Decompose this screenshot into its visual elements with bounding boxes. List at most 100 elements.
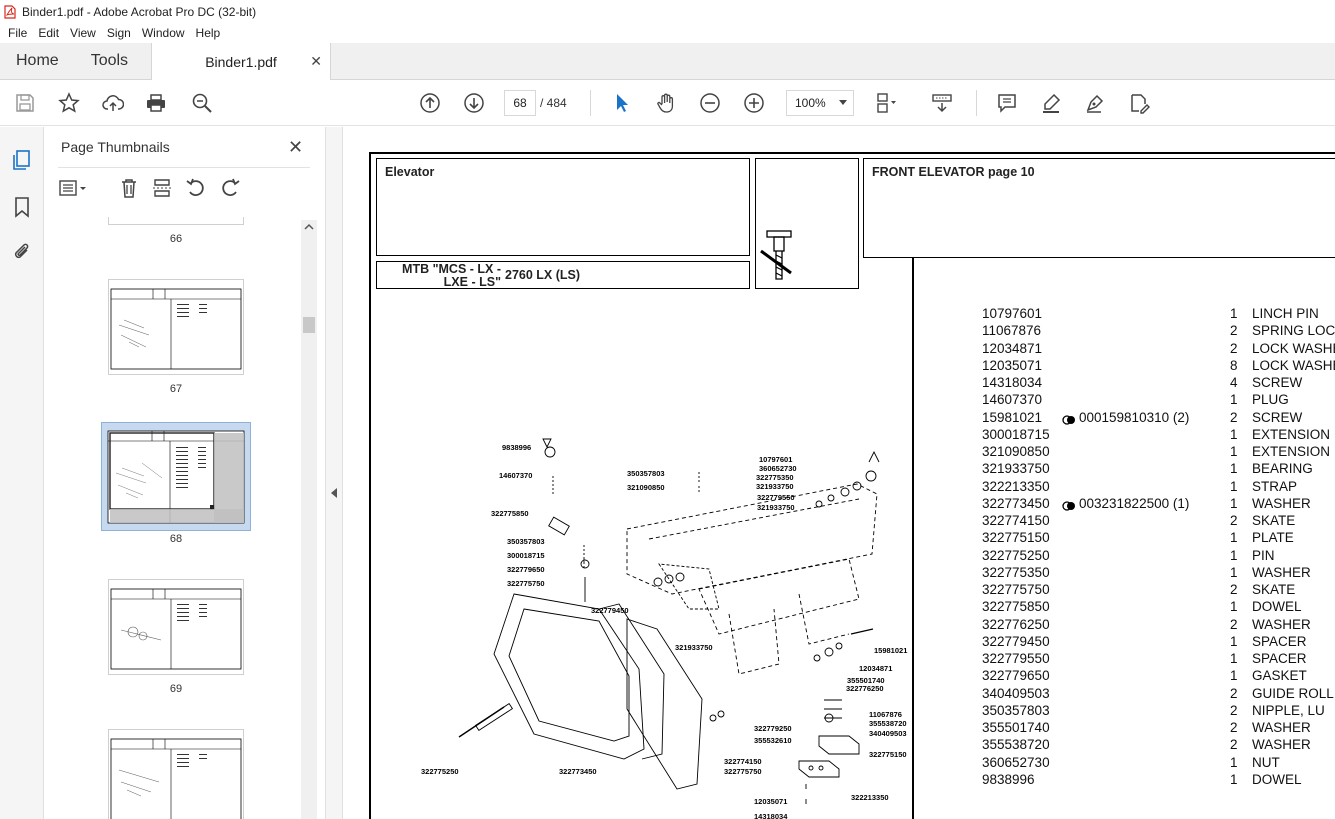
part-description: WASHER — [1252, 737, 1311, 753]
page-thumbnail-66[interactable] — [108, 217, 244, 225]
chevron-down-icon — [839, 100, 847, 105]
part-quantity: 1 — [1230, 564, 1238, 580]
part-description: WASHER — [1252, 720, 1311, 735]
tab-tools[interactable]: Tools — [75, 43, 144, 79]
elevator-pin-icon — [760, 230, 792, 280]
part-quantity: 1 — [1230, 426, 1238, 442]
comment-icon[interactable] — [995, 91, 1019, 115]
options-menu-icon[interactable] — [58, 177, 86, 201]
page-thumbnail-67[interactable] — [108, 279, 244, 375]
menu-window[interactable]: Window — [142, 26, 185, 40]
rotate-left-icon[interactable] — [185, 177, 209, 201]
page-layout-icon[interactable] — [874, 91, 898, 115]
callout-label: 12035071 — [754, 797, 787, 806]
callout-label: 321090850 — [627, 483, 665, 492]
part-description: WASHER — [1252, 564, 1311, 580]
callout-label: 322775350 — [756, 473, 794, 482]
part-description: SKATE — [1252, 513, 1296, 528]
part-description: SKATE — [1252, 582, 1296, 597]
title-bar: Binder1.pdf - Adobe Acrobat Pro DC (32-b… — [0, 0, 1335, 23]
callout-label: 355538720 — [869, 719, 907, 728]
zoom-out-icon[interactable] — [698, 91, 722, 115]
callout-label: 14318034 — [754, 812, 788, 819]
page-thumbnail-68[interactable] — [101, 422, 251, 531]
select-cursor-icon[interactable] — [610, 91, 634, 115]
thumbnail-scrollbar[interactable] — [301, 220, 317, 819]
close-panel-icon[interactable]: ✕ — [288, 137, 303, 158]
page-thumbnail-69[interactable] — [108, 579, 244, 675]
part-number: 322213350 — [982, 478, 1050, 494]
menu-sign[interactable]: Sign — [107, 26, 131, 40]
upload-cloud-icon[interactable] — [101, 91, 125, 115]
thumbnail-label: 66 — [169, 233, 183, 245]
hand-tool-icon[interactable] — [654, 91, 678, 115]
page-number-input[interactable]: 68 — [504, 90, 536, 116]
icon-box — [755, 158, 859, 289]
part-description: LOCK WASHE — [1252, 357, 1335, 373]
bookmark-icon[interactable] — [11, 196, 33, 218]
document-view[interactable]: Elevator MTB "MCS - LX - LXE - LS" 2760 … — [343, 127, 1335, 819]
menu-edit[interactable]: Edit — [38, 26, 59, 40]
star-icon[interactable] — [57, 91, 81, 115]
previous-page-icon[interactable] — [418, 91, 442, 115]
callout-label: 322775750 — [724, 767, 762, 776]
part-description: DOWEL — [1252, 771, 1302, 787]
section-title: Elevator — [385, 165, 435, 179]
extract-page-icon[interactable] — [151, 177, 175, 201]
part-quantity: 1 — [1230, 306, 1238, 321]
page-thumbnail-70[interactable] — [108, 729, 244, 819]
callout-label: 14607370 — [499, 471, 532, 480]
part-description: LOCK WASHE — [1252, 340, 1335, 356]
part-quantity: 8 — [1230, 357, 1238, 373]
callout-label: 12034871 — [859, 664, 892, 673]
callout-label: 322774150 — [724, 757, 762, 766]
menu-file[interactable]: File — [8, 26, 27, 40]
callout-label: 350357803 — [627, 469, 665, 478]
zoom-select[interactable]: 100% — [786, 90, 854, 116]
part-quantity: 1 — [1230, 599, 1238, 615]
zoom-in-icon[interactable] — [742, 91, 766, 115]
part-quantity: 1 — [1230, 547, 1238, 563]
menu-help[interactable]: Help — [196, 26, 221, 40]
menu-view[interactable]: View — [70, 26, 96, 40]
alt-part-number: 003231822500 (1) — [1079, 495, 1190, 511]
part-description: PIN — [1252, 547, 1275, 563]
tab-document[interactable]: Binder1.pdf ✕ — [151, 43, 331, 80]
callout-label: 355532610 — [754, 736, 792, 745]
panel-collapse-handle[interactable] — [325, 127, 343, 819]
part-description: PLUG — [1252, 392, 1289, 408]
part-description: WASHER — [1252, 495, 1311, 511]
part-description: SCREW — [1252, 375, 1303, 390]
part-number: 14607370 — [982, 392, 1043, 408]
tab-home[interactable]: Home — [0, 43, 75, 79]
part-number: 355538720 — [982, 737, 1050, 753]
save-icon[interactable] — [13, 91, 37, 115]
zoom-search-icon[interactable] — [190, 91, 214, 115]
callout-label: 340409503 — [869, 729, 907, 738]
part-description: PLATE — [1252, 530, 1294, 546]
scrollbar-thumb[interactable] — [303, 317, 315, 333]
draw-pen-icon[interactable] — [1083, 91, 1107, 115]
callout-label: 350357803 — [507, 537, 545, 546]
zoom-value: 100% — [795, 96, 826, 110]
part-number: 360652730 — [982, 754, 1050, 770]
part-quantity: 1 — [1230, 651, 1238, 666]
close-tab-icon[interactable]: ✕ — [310, 53, 322, 70]
tab-bar: Home Tools Binder1.pdf ✕ — [0, 43, 1335, 80]
highlight-pen-icon[interactable] — [1039, 91, 1063, 115]
scroll-mode-icon[interactable] — [930, 91, 954, 115]
attachment-icon[interactable] — [11, 241, 33, 263]
part-number: 322774150 — [982, 513, 1050, 528]
fill-sign-icon[interactable] — [1127, 91, 1151, 115]
scroll-up-icon[interactable] — [301, 220, 317, 234]
next-page-icon[interactable] — [462, 91, 486, 115]
print-icon[interactable] — [144, 91, 168, 115]
part-quantity: 1 — [1230, 754, 1238, 770]
part-description: DOWEL — [1252, 599, 1302, 615]
exploded-parts-diagram: 9838996 14607370 322775850 350357803 3000187… — [421, 438, 907, 819]
rotate-right-icon[interactable] — [219, 177, 243, 201]
part-number: 322775850 — [982, 599, 1050, 615]
part-description: NUT — [1252, 754, 1280, 770]
delete-page-icon[interactable] — [118, 177, 142, 201]
page-thumbnails-icon[interactable] — [11, 149, 33, 171]
